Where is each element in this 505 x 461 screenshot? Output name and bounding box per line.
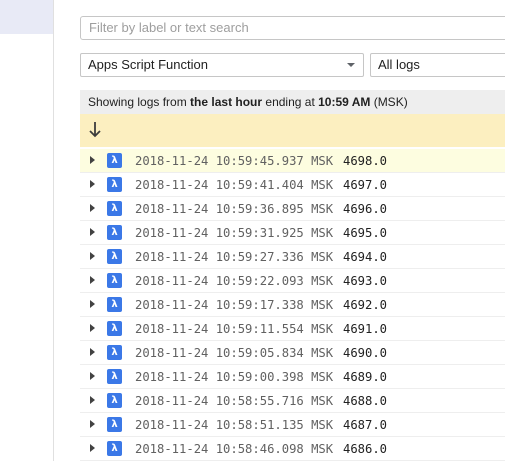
caret-right-icon[interactable] bbox=[90, 276, 95, 284]
log-entry-message: 4692.0 bbox=[343, 298, 388, 312]
log-entry-timestamp: 2018-11-24 10:59:27.336 MSK bbox=[135, 250, 334, 264]
log-entry-row[interactable]: λ 2018-11-24 10:59:05.834 MSK 4690.0 bbox=[80, 341, 505, 365]
log-entry-message: 4687.0 bbox=[343, 418, 388, 432]
log-entry-row[interactable]: λ 2018-11-24 10:58:51.135 MSK 4687.0 bbox=[80, 413, 505, 437]
lambda-function-icon: λ bbox=[107, 297, 122, 312]
log-level-select-value: All logs bbox=[378, 57, 420, 72]
caret-right-icon[interactable] bbox=[90, 396, 95, 404]
caret-right-icon[interactable] bbox=[90, 156, 95, 164]
log-entry-timestamp: 2018-11-24 10:59:41.404 MSK bbox=[135, 178, 334, 192]
log-entry-message: 4694.0 bbox=[343, 250, 388, 264]
log-entry-timestamp: 2018-11-24 10:58:46.098 MSK bbox=[135, 442, 334, 456]
arrow-down-icon[interactable] bbox=[88, 120, 102, 140]
caret-right-icon[interactable] bbox=[90, 348, 95, 356]
lambda-function-icon: λ bbox=[107, 321, 122, 336]
log-entry-message: 4688.0 bbox=[343, 394, 388, 408]
log-entry-row[interactable]: λ 2018-11-24 10:58:55.716 MSK 4688.0 bbox=[80, 389, 505, 413]
caret-right-icon[interactable] bbox=[90, 204, 95, 212]
log-entry-message: 4698.0 bbox=[343, 154, 388, 168]
log-entry-row[interactable]: λ 2018-11-24 10:59:22.093 MSK 4693.0 bbox=[80, 269, 505, 293]
log-entry-message: 4697.0 bbox=[343, 178, 388, 192]
resource-select[interactable]: Apps Script Function bbox=[80, 53, 364, 77]
logs-viewer: Filter by label or text search Apps Scri… bbox=[80, 0, 505, 461]
log-entry-row[interactable]: λ 2018-11-24 10:59:31.925 MSK 4695.0 bbox=[80, 221, 505, 245]
log-entry-timestamp: 2018-11-24 10:59:05.834 MSK bbox=[135, 346, 334, 360]
log-entry-message: 4689.0 bbox=[343, 370, 388, 384]
lambda-function-icon: λ bbox=[107, 201, 122, 216]
time-range-info: Showing logs from the last hour ending a… bbox=[80, 90, 505, 114]
caret-right-icon[interactable] bbox=[90, 444, 95, 452]
log-entry-timestamp: 2018-11-24 10:59:31.925 MSK bbox=[135, 226, 334, 240]
log-entry-message: 4691.0 bbox=[343, 322, 388, 336]
log-entry-timestamp: 2018-11-24 10:59:36.895 MSK bbox=[135, 202, 334, 216]
log-entry-row[interactable]: λ 2018-11-24 10:59:27.336 MSK 4694.0 bbox=[80, 245, 505, 269]
log-entry-timestamp: 2018-11-24 10:58:51.135 MSK bbox=[135, 418, 334, 432]
lambda-function-icon: λ bbox=[107, 417, 122, 432]
log-entry-message: 4690.0 bbox=[343, 346, 388, 360]
caret-right-icon[interactable] bbox=[90, 324, 95, 332]
log-entry-message: 4696.0 bbox=[343, 202, 388, 216]
log-entry-row[interactable]: λ 2018-11-24 10:59:00.398 MSK 4689.0 bbox=[80, 365, 505, 389]
log-entry-timestamp: 2018-11-24 10:59:00.398 MSK bbox=[135, 370, 334, 384]
lambda-function-icon: λ bbox=[107, 153, 122, 168]
log-entry-row[interactable]: λ 2018-11-24 10:58:46.098 MSK 4686.0 bbox=[80, 437, 505, 461]
info-suffix: (MSK) bbox=[370, 95, 408, 109]
log-entry-timestamp: 2018-11-24 10:59:17.338 MSK bbox=[135, 298, 334, 312]
log-entry-row[interactable]: λ 2018-11-24 10:59:11.554 MSK 4691.0 bbox=[80, 317, 505, 341]
lambda-function-icon: λ bbox=[107, 225, 122, 240]
log-entry-row[interactable]: λ 2018-11-24 10:59:36.895 MSK 4696.0 bbox=[80, 197, 505, 221]
lambda-function-icon: λ bbox=[107, 441, 122, 456]
lambda-function-icon: λ bbox=[107, 369, 122, 384]
info-time: 10:59 AM bbox=[318, 95, 371, 109]
caret-right-icon[interactable] bbox=[90, 420, 95, 428]
log-entry-row[interactable]: λ 2018-11-24 10:59:45.937 MSK 4698.0 bbox=[80, 149, 505, 173]
caret-right-icon[interactable] bbox=[90, 180, 95, 188]
lambda-function-icon: λ bbox=[107, 345, 122, 360]
left-nav-panel bbox=[0, 0, 54, 461]
chevron-down-icon bbox=[347, 63, 355, 67]
load-newer-bar bbox=[80, 114, 505, 147]
lambda-function-icon: λ bbox=[107, 273, 122, 288]
resource-select-value: Apps Script Function bbox=[88, 57, 208, 72]
caret-right-icon[interactable] bbox=[90, 228, 95, 236]
log-entry-timestamp: 2018-11-24 10:59:45.937 MSK bbox=[135, 154, 334, 168]
log-entry-timestamp: 2018-11-24 10:59:22.093 MSK bbox=[135, 274, 334, 288]
caret-right-icon[interactable] bbox=[90, 372, 95, 380]
search-input[interactable]: Filter by label or text search bbox=[80, 16, 505, 40]
log-entry-row[interactable]: λ 2018-11-24 10:59:17.338 MSK 4692.0 bbox=[80, 293, 505, 317]
log-entry-row[interactable]: λ 2018-11-24 10:59:41.404 MSK 4697.0 bbox=[80, 173, 505, 197]
lambda-function-icon: λ bbox=[107, 177, 122, 192]
lambda-function-icon: λ bbox=[107, 393, 122, 408]
log-level-select[interactable]: All logs bbox=[370, 53, 505, 77]
caret-right-icon[interactable] bbox=[90, 252, 95, 260]
log-entry-timestamp: 2018-11-24 10:59:11.554 MSK bbox=[135, 322, 334, 336]
left-nav-selected-item[interactable] bbox=[0, 0, 53, 34]
info-prefix: Showing logs from bbox=[88, 95, 191, 109]
log-entry-message: 4693.0 bbox=[343, 274, 388, 288]
caret-right-icon[interactable] bbox=[90, 300, 95, 308]
lambda-function-icon: λ bbox=[107, 249, 122, 264]
info-middle: ending at bbox=[262, 95, 319, 109]
info-range: the last hour bbox=[190, 95, 263, 109]
log-entries-list: λ 2018-11-24 10:59:45.937 MSK 4698.0 λ 2018-… bbox=[80, 149, 505, 461]
log-entry-message: 4686.0 bbox=[343, 442, 388, 456]
log-entry-message: 4695.0 bbox=[343, 226, 388, 240]
log-entry-timestamp: 2018-11-24 10:58:55.716 MSK bbox=[135, 394, 334, 408]
